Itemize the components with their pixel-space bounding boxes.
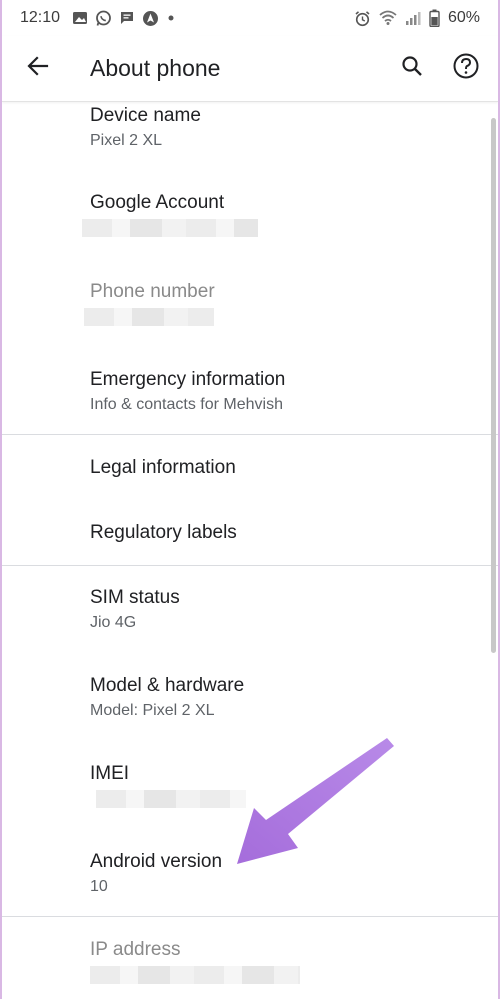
wifi-icon xyxy=(379,10,397,26)
battery-icon xyxy=(429,9,440,27)
item-title: Emergency information xyxy=(90,369,286,390)
annotation-arrow-icon xyxy=(237,738,394,864)
item-title: IP address xyxy=(90,939,181,960)
item-subtitle: Jio 4G xyxy=(90,614,137,631)
system-icons: 60% xyxy=(354,9,480,27)
item-title: Model & hardware xyxy=(90,675,245,696)
item-title: Legal information xyxy=(90,457,236,478)
back-button[interactable] xyxy=(20,51,56,87)
item-subtitle: Model: Pixel 2 XL xyxy=(90,702,215,719)
app-bar: About phone xyxy=(2,36,498,102)
redacted-value xyxy=(84,308,214,326)
divider xyxy=(2,916,498,917)
redacted-value xyxy=(82,219,258,237)
navigation-icon xyxy=(142,10,159,27)
list-item-google-account[interactable]: Google Account xyxy=(2,191,498,237)
help-icon xyxy=(452,52,480,85)
item-title: Google Account xyxy=(90,192,225,213)
battery-percent: 60% xyxy=(447,9,480,26)
divider xyxy=(2,434,498,435)
item-title: SIM status xyxy=(90,587,180,608)
app-bar-actions xyxy=(396,53,482,85)
list-item-regulatory-labels[interactable]: Regulatory labels xyxy=(2,521,498,545)
help-button[interactable] xyxy=(450,53,482,85)
list-item-legal-information[interactable]: Legal information xyxy=(2,456,498,480)
whatsapp-icon xyxy=(95,10,112,27)
item-title: Phone number xyxy=(90,281,215,302)
alarm-icon xyxy=(354,10,371,27)
status-time: 12:10 xyxy=(20,9,61,26)
search-icon xyxy=(400,54,424,83)
item-title: Device name xyxy=(90,105,201,126)
search-button[interactable] xyxy=(396,53,428,85)
back-arrow-icon xyxy=(25,53,51,84)
item-subtitle: Pixel 2 XL xyxy=(90,132,163,149)
image-icon xyxy=(72,10,88,26)
item-subtitle: Info & contacts for Mehvish xyxy=(90,396,283,413)
item-title: Regulatory labels xyxy=(90,522,237,543)
divider xyxy=(2,565,498,566)
phone-screen: 12:10 60% About phone Device name Pixel … xyxy=(0,0,500,999)
list-item-model-hardware[interactable]: Model & hardware Model: Pixel 2 XL xyxy=(2,674,498,722)
dot-icon xyxy=(166,13,176,23)
list-item-sim-status[interactable]: SIM status Jio 4G xyxy=(2,586,498,634)
redacted-value xyxy=(90,966,300,984)
list-item-emergency-information[interactable]: Emergency information Info & contacts fo… xyxy=(2,368,498,416)
list-item-ip-address[interactable]: IP address xyxy=(2,938,498,984)
message-icon xyxy=(119,10,135,26)
signal-icon xyxy=(405,10,421,26)
scrollbar[interactable] xyxy=(491,118,496,653)
notification-icons xyxy=(72,10,176,27)
list-item-device-name[interactable]: Device name Pixel 2 XL xyxy=(2,104,498,152)
list-item-phone-number[interactable]: Phone number xyxy=(2,280,498,326)
page-title: About phone xyxy=(90,55,221,81)
status-bar: 12:10 60% xyxy=(2,0,498,36)
